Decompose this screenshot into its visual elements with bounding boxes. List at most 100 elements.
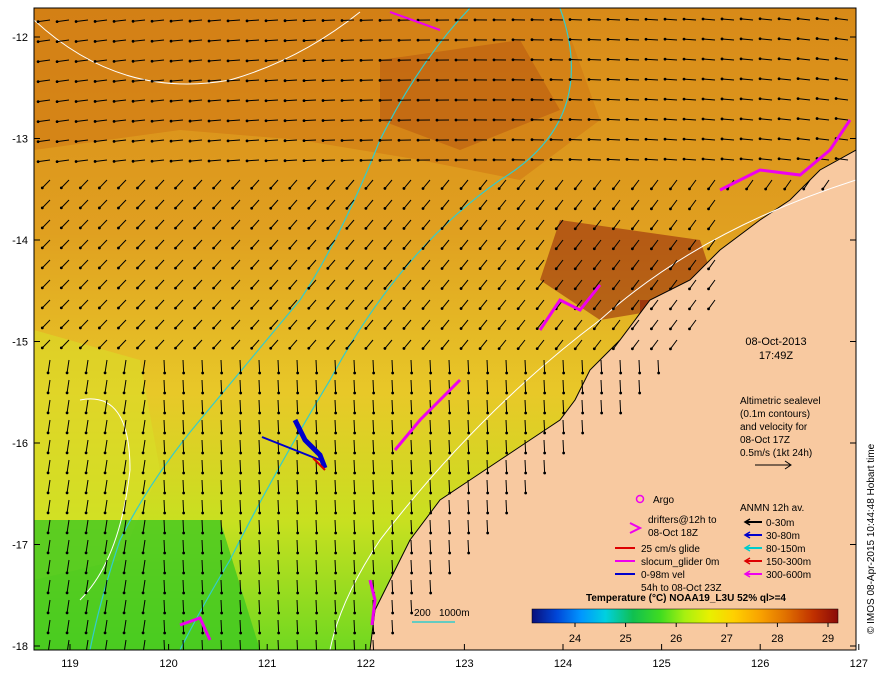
velocity-vector-head xyxy=(455,79,458,82)
velocity-vector-head xyxy=(66,391,69,394)
velocity-vector-head xyxy=(189,100,192,103)
velocity-vector-head xyxy=(448,472,451,475)
velocity-vector-head xyxy=(189,160,192,163)
velocity-vector-head xyxy=(429,592,432,595)
anmn-title: ANMN 12h av. xyxy=(740,503,804,514)
velocity-vector-head xyxy=(379,19,382,22)
anmn-label: 150-300m xyxy=(766,557,811,568)
velocity-vector-head xyxy=(303,19,306,22)
velocity-vector-head xyxy=(835,157,838,160)
velocity-vector-head xyxy=(410,612,413,615)
velocity-vector-head xyxy=(41,306,44,309)
velocity-vector-head xyxy=(657,372,660,375)
velocity-vector-head xyxy=(543,472,546,475)
velocity-vector xyxy=(354,560,355,573)
velocity-vector-head xyxy=(163,492,166,495)
velocity-vector-head xyxy=(364,287,367,290)
velocity-vector-head xyxy=(163,572,166,575)
contour-scale-b: 1000m xyxy=(439,608,470,619)
velocity-vector-head xyxy=(531,138,534,141)
velocity-vector-head xyxy=(517,287,520,290)
velocity-vector-head xyxy=(364,307,367,310)
velocity-vector-head xyxy=(258,572,261,575)
velocity-vector-head xyxy=(341,79,344,82)
velocity-vector-head xyxy=(555,247,558,250)
velocity-vector-head xyxy=(142,631,145,634)
velocity-vector-head xyxy=(277,492,280,495)
velocity-vector-head xyxy=(550,138,553,141)
velocity-vector-head xyxy=(60,266,63,269)
velocity-vector-head xyxy=(56,160,59,163)
velocity-vector-head xyxy=(740,57,743,60)
velocity-vector-head xyxy=(123,431,126,434)
velocity-vector-head xyxy=(334,632,337,635)
velocity-vector xyxy=(506,400,507,413)
velocity-vector-head xyxy=(220,592,223,595)
velocity-vector xyxy=(221,620,222,633)
velocity-vector-head xyxy=(193,307,196,310)
velocity-vector-head xyxy=(345,247,348,250)
velocity-vector-head xyxy=(56,100,59,103)
velocity-vector-head xyxy=(288,267,291,270)
velocity-vector-head xyxy=(479,247,482,250)
velocity-vector-head xyxy=(638,392,641,395)
velocity-vector xyxy=(316,380,317,393)
velocity-vector-head xyxy=(441,347,444,350)
velocity-vector-head xyxy=(37,120,40,123)
velocity-vector-head xyxy=(41,206,44,209)
velocity-vector-head xyxy=(410,512,413,515)
x-tick-label: 119 xyxy=(61,658,79,670)
velocity-vector-head xyxy=(47,391,50,394)
velocity-vector-head xyxy=(816,77,819,80)
velocity-vector-head xyxy=(422,327,425,330)
velocity-vector-head xyxy=(721,138,724,141)
velocity-vector-head xyxy=(155,287,158,290)
velocity-vector xyxy=(487,420,488,433)
velocity-vector xyxy=(259,560,260,573)
velocity-vector xyxy=(639,360,640,373)
velocity-vector-head xyxy=(512,58,515,61)
velocity-vector xyxy=(221,500,222,513)
velocity-vector-head xyxy=(94,80,97,83)
velocity-vector xyxy=(354,520,355,533)
velocity-vector-head xyxy=(391,612,394,615)
velocity-vector xyxy=(608,59,620,60)
velocity-vector-head xyxy=(403,247,406,250)
velocity-vector-head xyxy=(104,631,107,634)
velocity-vector-head xyxy=(47,611,50,614)
velocity-vector-head xyxy=(429,452,432,455)
velocity-vector-head xyxy=(94,140,97,143)
velocity-vector-head xyxy=(239,592,242,595)
velocity-vector-head xyxy=(536,287,539,290)
velocity-vector-head xyxy=(429,512,432,515)
velocity-vector-head xyxy=(467,452,470,455)
velocity-vector-head xyxy=(612,187,615,190)
velocity-vector-head xyxy=(47,591,50,594)
velocity-vector-head xyxy=(372,372,375,375)
colorbar-tick-label: 25 xyxy=(619,633,631,645)
velocity-vector xyxy=(240,600,241,613)
velocity-vector-head xyxy=(258,412,261,415)
velocity-vector xyxy=(449,360,450,373)
velocity-vector-head xyxy=(117,187,120,190)
velocity-vector-head xyxy=(612,307,615,310)
velocity-vector-head xyxy=(448,492,451,495)
velocity-vector-head xyxy=(721,118,724,121)
velocity-vector-head xyxy=(265,119,268,122)
velocity-vector-head xyxy=(626,38,629,41)
velocity-vector xyxy=(202,600,203,613)
velocity-vector-head xyxy=(398,139,401,142)
velocity-vector-head xyxy=(417,159,420,162)
velocity-vector-head xyxy=(277,412,280,415)
velocity-vector-head xyxy=(113,40,116,43)
y-tick-label: -13 xyxy=(12,134,28,146)
velocity-vector xyxy=(589,139,601,140)
velocity-vector-head xyxy=(372,432,375,435)
velocity-vector-head xyxy=(341,159,344,162)
velocity-vector-head xyxy=(163,452,166,455)
velocity-vector-head xyxy=(372,452,375,455)
velocity-vector-head xyxy=(258,432,261,435)
velocity-vector-head xyxy=(391,512,394,515)
velocity-vector-head xyxy=(455,159,458,162)
velocity-vector-head xyxy=(322,159,325,162)
